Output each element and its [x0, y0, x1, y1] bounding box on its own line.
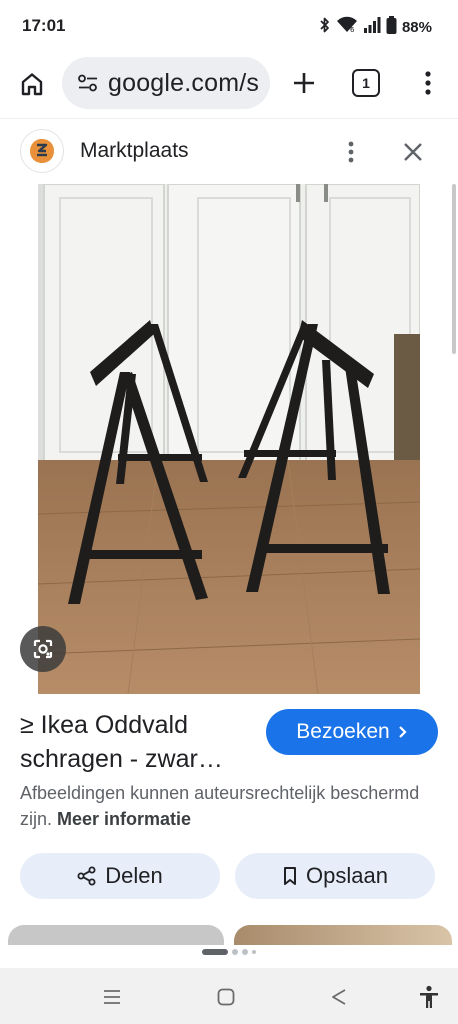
save-button-label: Opslaan [306, 863, 388, 888]
accessibility-icon [420, 985, 438, 1008]
close-button[interactable] [398, 137, 428, 167]
more-vert-icon [348, 141, 354, 163]
home-nav-icon [217, 988, 235, 1006]
tune-icon[interactable] [68, 74, 108, 92]
home-icon [21, 73, 43, 96]
more-vert-icon [425, 71, 431, 95]
visit-button[interactable]: Bezoeken [266, 709, 438, 755]
svg-text:6: 6 [350, 26, 355, 34]
back-icon [332, 989, 346, 1005]
lens-icon [33, 639, 53, 659]
plus-icon [294, 73, 314, 93]
related-thumbnail[interactable] [234, 925, 452, 945]
related-images [0, 925, 458, 945]
result-title[interactable]: ≥ Ikea Oddvald schragen - zwar… [20, 708, 252, 776]
page-dot [232, 949, 238, 955]
browser-menu-button[interactable] [414, 66, 442, 100]
battery-icon [386, 16, 397, 39]
url-text[interactable]: google.com/s [108, 69, 259, 98]
recents-button[interactable] [99, 984, 125, 1010]
marktplaats-favicon [20, 129, 64, 173]
tab-switcher-button[interactable]: 1 [352, 69, 380, 97]
marktplaats-logo [30, 139, 54, 163]
wifi-icon: 6 [336, 16, 358, 39]
result-image[interactable] [38, 184, 420, 694]
scroll-indicator [452, 184, 456, 354]
more-info-link[interactable]: Meer informatie [57, 809, 191, 829]
page-dot [242, 949, 248, 955]
google-lens-button[interactable] [20, 626, 66, 672]
page-dot [252, 950, 256, 954]
share-icon [77, 866, 96, 886]
source-header: Marktplaats [0, 118, 458, 184]
close-icon [404, 143, 422, 161]
system-nav-bar [0, 968, 458, 1024]
copyright-notice: Afbeeldingen kunnen auteursrechtelijk be… [20, 780, 438, 832]
new-tab-button[interactable] [287, 66, 321, 100]
bluetooth-icon [319, 16, 331, 39]
screen: 17:01 6 88% google.com/s 1 Marktplaats ≥… [0, 0, 458, 1024]
accessibility-button[interactable] [416, 984, 442, 1010]
battery-percentage: 88% [401, 19, 432, 36]
chevron-right-icon [398, 726, 407, 738]
url-bar[interactable]: google.com/s [62, 57, 270, 109]
home-nav-button[interactable] [213, 984, 239, 1010]
result-title-line1: ≥ Ikea Oddvald [20, 711, 188, 739]
tab-count: 1 [362, 75, 370, 91]
browser-toolbar: google.com/s 1 [0, 52, 458, 116]
image-viewer[interactable] [0, 184, 458, 694]
trestles-photo [38, 184, 420, 694]
status-icons: 6 88% [319, 16, 432, 39]
home-button[interactable] [14, 66, 50, 102]
related-thumbnail[interactable] [8, 925, 224, 945]
page-dot-active [202, 949, 228, 955]
result-title-line2: schragen - zwar… [20, 745, 223, 773]
back-button[interactable] [326, 984, 352, 1010]
status-time: 17:01 [22, 16, 66, 35]
visit-button-label: Bezoeken [296, 720, 390, 743]
recents-icon [104, 990, 120, 1004]
share-button-label: Delen [105, 863, 163, 888]
signal-icon [363, 17, 381, 38]
save-button[interactable]: Opslaan [235, 853, 435, 899]
page-indicator [0, 946, 458, 958]
status-bar: 17:01 6 88% [0, 0, 458, 52]
source-more-button[interactable] [340, 137, 362, 167]
source-name[interactable]: Marktplaats [80, 139, 189, 163]
bookmark-icon [284, 867, 297, 885]
share-button[interactable]: Delen [20, 853, 220, 899]
